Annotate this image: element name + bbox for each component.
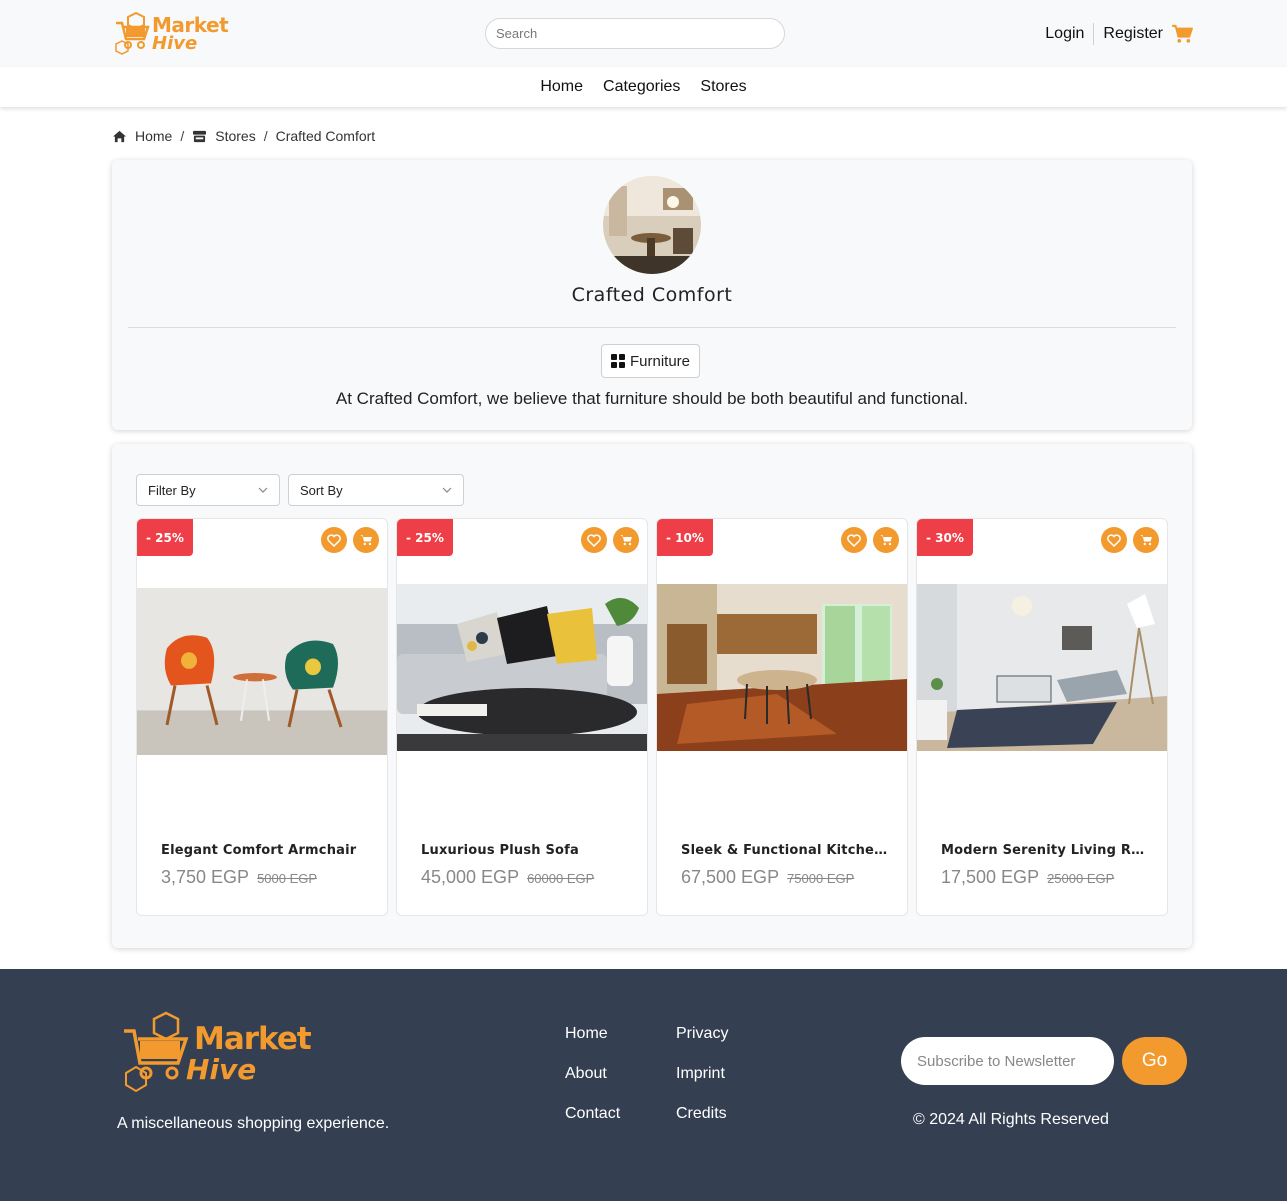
discount-badge: - 25% [397,519,453,556]
store-avatar [603,176,701,274]
register-link[interactable]: Register [1103,25,1163,43]
product-image[interactable] [137,588,387,755]
breadcrumb-separator: / [263,128,268,144]
filter-select[interactable]: Filter By [136,474,280,506]
store-info-card: Crafted Comfort Furniture At Crafted Com… [112,160,1192,430]
footer-link-home[interactable]: Home [565,1025,620,1065]
product-name[interactable]: Modern Serenity Living Roo... [941,843,1151,858]
add-to-cart-button[interactable] [353,527,379,553]
chevron-down-icon [442,487,452,493]
footer-tagline: A miscellaneous shopping experience. [117,1115,390,1132]
footer-link-imprint[interactable]: Imprint [676,1065,728,1105]
account-nav: Login Register [1045,22,1193,46]
product-card[interactable]: - 25% Luxurious Plush Sofa 45,000 EGP 60… [396,518,648,916]
product-card[interactable]: - 30% Modern Serenity Living Roo... 17,5… [916,518,1168,916]
grid-icon [611,354,625,368]
breadcrumb-home[interactable]: Home [112,128,172,144]
nav-stores[interactable]: Stores [700,78,746,96]
footer-link-privacy[interactable]: Privacy [676,1025,728,1065]
newsletter-go-button[interactable]: Go [1122,1037,1187,1085]
cart-icon [1140,535,1152,546]
logo-word-hive: Hive [186,1053,257,1086]
favorite-button[interactable] [321,527,347,553]
sort-label: Sort By [300,482,343,498]
product-name[interactable]: Sleek & Functional Kitchen C... [681,843,891,858]
product-image[interactable] [397,584,647,751]
product-name[interactable]: Luxurious Plush Sofa [421,843,631,858]
favorite-button[interactable] [1101,527,1127,553]
footer-links-column: Privacy Imprint Credits [676,1025,728,1145]
breadcrumb-stores-label: Stores [215,128,256,144]
breadcrumb-home-label: Home [135,128,173,144]
original-price: 25000 EGP [1047,871,1115,886]
footer-link-credits[interactable]: Credits [676,1105,728,1145]
current-price: 3,750 EGP [161,867,250,887]
chevron-down-icon [258,487,268,493]
footer-logo[interactable]: Market Hive [122,1009,312,1093]
original-price: 75000 EGP [787,871,855,886]
product-price: 45,000 EGP 60000 EGP [421,867,594,888]
search-input[interactable] [485,18,785,49]
filter-label: Filter By [148,482,196,498]
site-footer: Market Hive A miscellaneous shopping exp… [0,969,1287,1201]
market-hive-logo[interactable]: Market Hive [114,9,229,57]
heart-icon [587,533,601,547]
store-name: Crafted Comfort [571,284,733,306]
product-price: 17,500 EGP 25000 EGP [941,867,1114,888]
heart-icon [847,533,861,547]
login-link[interactable]: Login [1045,25,1084,43]
product-card[interactable]: - 25% Elegant Comfort Armchair 3,750 EGP… [136,518,388,916]
cart-icon[interactable] [1171,24,1193,44]
home-icon [113,130,126,142]
category-label: Furniture [630,352,691,370]
product-image[interactable] [917,584,1167,751]
main-navigation: Home Categories Stores [0,67,1287,107]
nav-divider [1093,23,1095,45]
logo-word-market: Market [194,1021,312,1057]
cart-icon [360,535,372,546]
add-to-cart-button[interactable] [613,527,639,553]
discount-badge: - 25% [137,519,193,556]
footer-link-contact[interactable]: Contact [565,1105,620,1145]
heart-icon [327,533,341,547]
product-name[interactable]: Elegant Comfort Armchair [161,843,371,858]
store-category-badge[interactable]: Furniture [601,344,701,378]
store-icon [193,130,207,142]
product-price: 67,500 EGP 75000 EGP [681,867,854,888]
logo-word-hive: Hive [152,33,198,54]
nav-categories[interactable]: Categories [603,78,680,96]
current-price: 17,500 EGP [941,867,1040,887]
original-price: 5000 EGP [257,871,318,886]
favorite-button[interactable] [581,527,607,553]
footer-link-about[interactable]: About [565,1065,620,1105]
top-header: Market Hive Login Register [0,0,1287,67]
breadcrumb-current: Crafted Comfort [275,128,376,144]
product-card[interactable]: - 10% Sleek & Functional Kitchen C... 67… [656,518,908,916]
breadcrumb-stores[interactable]: Stores [192,128,256,144]
original-price: 60000 EGP [527,871,595,886]
discount-badge: - 30% [917,519,973,556]
cart-icon [620,535,632,546]
store-description: At Crafted Comfort, we believe that furn… [335,389,969,408]
add-to-cart-button[interactable] [873,527,899,553]
newsletter-email-input[interactable] [901,1037,1114,1085]
product-image[interactable] [657,584,907,751]
cart-icon [880,535,892,546]
sort-select[interactable]: Sort By [288,474,464,506]
logo-mark-icon [115,11,150,55]
current-price: 67,500 EGP [681,867,780,887]
copyright-text: © 2024 All Rights Reserved [913,1111,1109,1128]
add-to-cart-button[interactable] [1133,527,1159,553]
breadcrumb-separator: / [180,128,185,144]
product-price: 3,750 EGP 5000 EGP [161,867,317,888]
breadcrumb: Home / Stores / Crafted Comfort [112,128,375,144]
footer-links-column: Home About Contact [565,1025,620,1145]
divider [128,327,1176,328]
discount-badge: - 10% [657,519,713,556]
current-price: 45,000 EGP [421,867,520,887]
favorite-button[interactable] [841,527,867,553]
products-section: Filter By Sort By - 25% Elegant Comfort … [112,444,1192,948]
nav-home[interactable]: Home [540,78,583,96]
heart-icon [1107,533,1121,547]
